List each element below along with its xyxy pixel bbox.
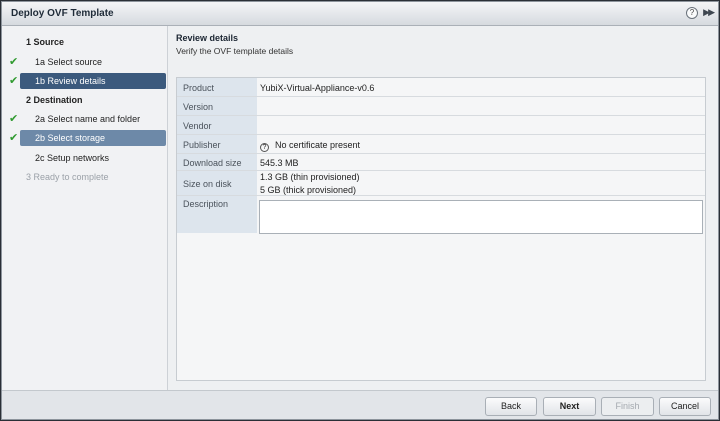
review-details-panel: Review details Verify the OVF template d…: [168, 26, 718, 390]
size-on-disk-thin: 1.3 GB (thin provisioned): [260, 172, 360, 182]
size-on-disk-thick: 5 GB (thick provisioned): [260, 185, 357, 195]
cancel-button[interactable]: Cancel: [659, 397, 711, 416]
page-title: Review details: [176, 33, 239, 43]
vendor-label: Vendor: [183, 121, 212, 131]
row-product: Product YubiX-Virtual-Appliance-v0.6: [177, 78, 705, 97]
next-button[interactable]: Next: [543, 397, 596, 416]
product-value: YubiX-Virtual-Appliance-v0.6: [260, 83, 375, 93]
description-label: Description: [183, 199, 229, 209]
question-icon: ?: [260, 143, 269, 152]
check-icon: ✔: [9, 56, 19, 68]
help-icon[interactable]: ?: [686, 7, 698, 19]
step-destination: 2 Destination: [26, 95, 83, 105]
step-review-details[interactable]: 1b Review details: [20, 73, 166, 89]
check-icon: ✔: [9, 75, 19, 87]
wizard-steps-sidebar: ✔ ✔ ✔ ✔ 1 Source 1a Select source 1b Rev…: [2, 26, 168, 390]
publisher-value-wrap: ? No certificate present: [260, 140, 360, 152]
title-bar: Deploy OVF Template ? ▶▶: [2, 2, 718, 26]
step-select-source[interactable]: 1a Select source: [20, 54, 166, 70]
download-size-label: Download size: [183, 158, 242, 168]
step-select-storage[interactable]: 2b Select storage: [20, 130, 166, 146]
finish-button: Finish: [601, 397, 654, 416]
check-icon: ✔: [9, 132, 19, 144]
back-button[interactable]: Back: [485, 397, 537, 416]
expand-icon[interactable]: ▶▶: [703, 7, 715, 18]
row-version: Version: [177, 97, 705, 116]
row-publisher: Publisher ? No certificate present: [177, 135, 705, 154]
size-on-disk-label: Size on disk: [183, 179, 232, 189]
dialog-footer: Back Next Finish Cancel: [2, 390, 718, 419]
step-ready-to-complete: 3 Ready to complete: [26, 172, 109, 182]
version-label: Version: [183, 102, 214, 112]
row-download-size: Download size 545.3 MB: [177, 154, 705, 171]
publisher-value: No certificate present: [275, 140, 361, 150]
download-size-value: 545.3 MB: [260, 158, 299, 168]
product-label: Product: [183, 83, 215, 93]
step-source: 1 Source: [26, 37, 65, 47]
step-select-name-and-folder[interactable]: 2a Select name and folder: [20, 111, 166, 127]
dialog-title: Deploy OVF Template: [11, 8, 114, 19]
deploy-ovf-dialog: Deploy OVF Template ? ▶▶ ✔ ✔ ✔ ✔ 1 Sourc…: [1, 1, 719, 420]
details-table: Product YubiX-Virtual-Appliance-v0.6 Ver…: [176, 77, 706, 381]
check-icon: ✔: [9, 113, 19, 125]
description-box[interactable]: [259, 200, 703, 234]
step-setup-networks[interactable]: 2c Setup networks: [20, 150, 166, 166]
publisher-label: Publisher: [183, 140, 221, 150]
row-vendor: Vendor: [177, 116, 705, 135]
row-description: Description: [177, 196, 705, 234]
page-subtitle: Verify the OVF template details: [176, 46, 294, 56]
row-size-on-disk: Size on disk 1.3 GB (thin provisioned) 5…: [177, 171, 705, 196]
